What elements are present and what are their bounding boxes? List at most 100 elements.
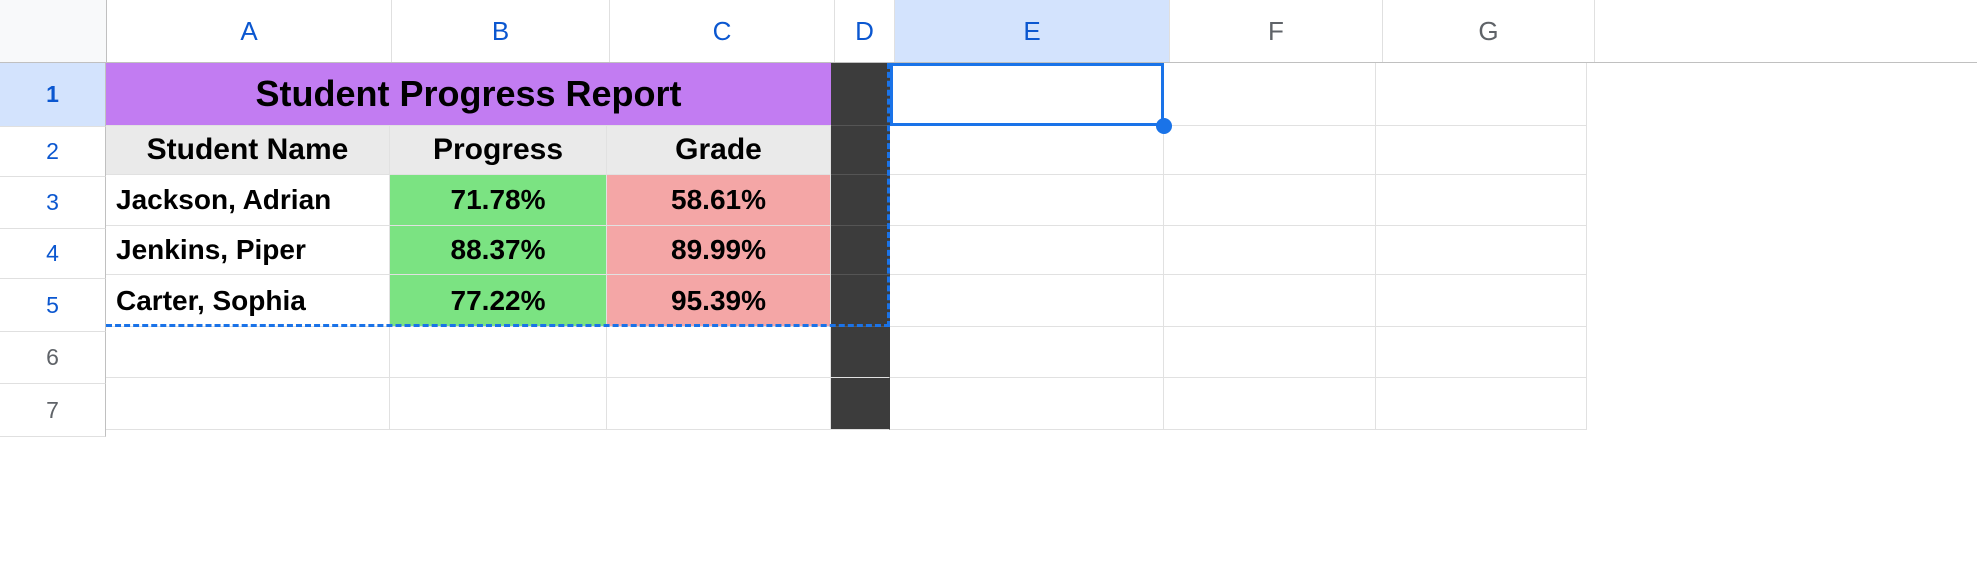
cell-D5[interactable] xyxy=(831,275,890,327)
cell-F1[interactable] xyxy=(1164,63,1376,126)
cell-B7[interactable] xyxy=(390,378,607,430)
progress-value: 71.78% xyxy=(451,184,546,216)
grade-value: 89.99% xyxy=(671,234,766,266)
row-header-7[interactable]: 7 xyxy=(0,384,106,437)
col-header-G[interactable]: G xyxy=(1383,0,1595,62)
cell-E4[interactable] xyxy=(890,226,1164,275)
grade-value: 95.39% xyxy=(671,285,766,317)
col-header-C[interactable]: C xyxy=(610,0,835,62)
active-cell-handle[interactable] xyxy=(1156,118,1172,134)
cell-C7[interactable] xyxy=(607,378,831,430)
cell-G2[interactable] xyxy=(1376,126,1587,175)
table-row: Jackson, Adrian 71.78% 58.61% xyxy=(106,175,1587,226)
row-header-label: 2 xyxy=(46,138,59,165)
cell-E3[interactable] xyxy=(890,175,1164,226)
col-header-label: F xyxy=(1268,16,1284,47)
row-header-2[interactable]: 2 xyxy=(0,127,106,177)
cell-A1-title[interactable]: Student Progress Report xyxy=(106,63,831,126)
table-row xyxy=(106,327,1587,378)
row-header-label: 7 xyxy=(46,397,59,424)
cell-C3-grade[interactable]: 58.61% xyxy=(607,175,831,226)
cell-G1[interactable] xyxy=(1376,63,1587,126)
cell-D7[interactable] xyxy=(831,378,890,430)
cell-D3[interactable] xyxy=(831,175,890,226)
cell-G4[interactable] xyxy=(1376,226,1587,275)
cell-A7[interactable] xyxy=(106,378,390,430)
cell-G7[interactable] xyxy=(1376,378,1587,430)
cell-D4[interactable] xyxy=(831,226,890,275)
cell-C5-grade[interactable]: 95.39% xyxy=(607,275,831,327)
col-header-label: B xyxy=(492,16,509,47)
row-header-6[interactable]: 6 xyxy=(0,332,106,384)
cell-F7[interactable] xyxy=(1164,378,1376,430)
table-row: Student Progress Report xyxy=(106,63,1587,126)
row-header-label: 5 xyxy=(46,292,59,319)
cell-A3-student[interactable]: Jackson, Adrian xyxy=(106,175,390,226)
col-header-A[interactable]: A xyxy=(107,0,392,62)
progress-value: 88.37% xyxy=(451,234,546,266)
col-header-label: A xyxy=(240,16,257,47)
select-all-corner[interactable] xyxy=(0,0,107,62)
col-header-F[interactable]: F xyxy=(1170,0,1383,62)
cell-G5[interactable] xyxy=(1376,275,1587,327)
cell-D1[interactable] xyxy=(831,63,890,126)
student-name: Jackson, Adrian xyxy=(116,184,331,216)
cell-C6[interactable] xyxy=(607,327,831,378)
header-progress: Progress xyxy=(433,133,563,167)
column-header-row: A B C D E F G xyxy=(0,0,1977,63)
cell-D6[interactable] xyxy=(831,327,890,378)
row-header-label: 4 xyxy=(46,240,59,267)
grade-value: 58.61% xyxy=(671,184,766,216)
cell-B2-header[interactable]: Progress xyxy=(390,126,607,175)
col-header-E[interactable]: E xyxy=(895,0,1170,62)
col-header-label: D xyxy=(855,16,874,47)
row-header-label: 3 xyxy=(46,189,59,216)
cell-B4-progress[interactable]: 88.37% xyxy=(390,226,607,275)
cell-A6[interactable] xyxy=(106,327,390,378)
cell-E6[interactable] xyxy=(890,327,1164,378)
row-header-4[interactable]: 4 xyxy=(0,229,106,279)
cell-G3[interactable] xyxy=(1376,175,1587,226)
table-row xyxy=(106,378,1587,430)
grid[interactable]: Student Progress Report Student Name Pro… xyxy=(106,63,1587,437)
cell-B3-progress[interactable]: 71.78% xyxy=(390,175,607,226)
row-header-label: 6 xyxy=(46,344,59,371)
cell-C4-grade[interactable]: 89.99% xyxy=(607,226,831,275)
row-header-col: 1 2 3 4 5 6 7 xyxy=(0,63,106,437)
cell-A4-student[interactable]: Jenkins, Piper xyxy=(106,226,390,275)
row-header-5[interactable]: 5 xyxy=(0,279,106,332)
cell-A5-student[interactable]: Carter, Sophia xyxy=(106,275,390,327)
header-grade: Grade xyxy=(675,133,762,167)
viewport-cutoff xyxy=(0,556,1977,564)
student-name: Carter, Sophia xyxy=(116,285,306,317)
table-row: Carter, Sophia 77.22% 95.39% xyxy=(106,275,1587,327)
progress-value: 77.22% xyxy=(451,285,546,317)
cell-C2-header[interactable]: Grade xyxy=(607,126,831,175)
cell-F5[interactable] xyxy=(1164,275,1376,327)
header-student: Student Name xyxy=(147,133,349,167)
cell-G6[interactable] xyxy=(1376,327,1587,378)
cell-E1[interactable] xyxy=(890,63,1164,126)
cell-E2[interactable] xyxy=(890,126,1164,175)
title-text: Student Progress Report xyxy=(255,73,681,115)
row-header-label: 1 xyxy=(46,81,59,108)
spreadsheet[interactable]: A B C D E F G 1 2 3 4 5 6 7 Student Prog… xyxy=(0,0,1977,564)
student-name: Jenkins, Piper xyxy=(116,234,306,266)
table-row: Jenkins, Piper 88.37% 89.99% xyxy=(106,226,1587,275)
cell-D2[interactable] xyxy=(831,126,890,175)
cell-B5-progress[interactable]: 77.22% xyxy=(390,275,607,327)
col-header-label: C xyxy=(713,16,732,47)
row-header-1[interactable]: 1 xyxy=(0,63,106,127)
cell-E7[interactable] xyxy=(890,378,1164,430)
cell-F3[interactable] xyxy=(1164,175,1376,226)
cell-F2[interactable] xyxy=(1164,126,1376,175)
col-header-B[interactable]: B xyxy=(392,0,610,62)
cell-B6[interactable] xyxy=(390,327,607,378)
cell-E5[interactable] xyxy=(890,275,1164,327)
cell-F4[interactable] xyxy=(1164,226,1376,275)
cell-F6[interactable] xyxy=(1164,327,1376,378)
col-header-D[interactable]: D xyxy=(835,0,895,62)
cell-A2-header[interactable]: Student Name xyxy=(106,126,390,175)
row-header-3[interactable]: 3 xyxy=(0,177,106,229)
col-header-label: E xyxy=(1023,16,1040,47)
